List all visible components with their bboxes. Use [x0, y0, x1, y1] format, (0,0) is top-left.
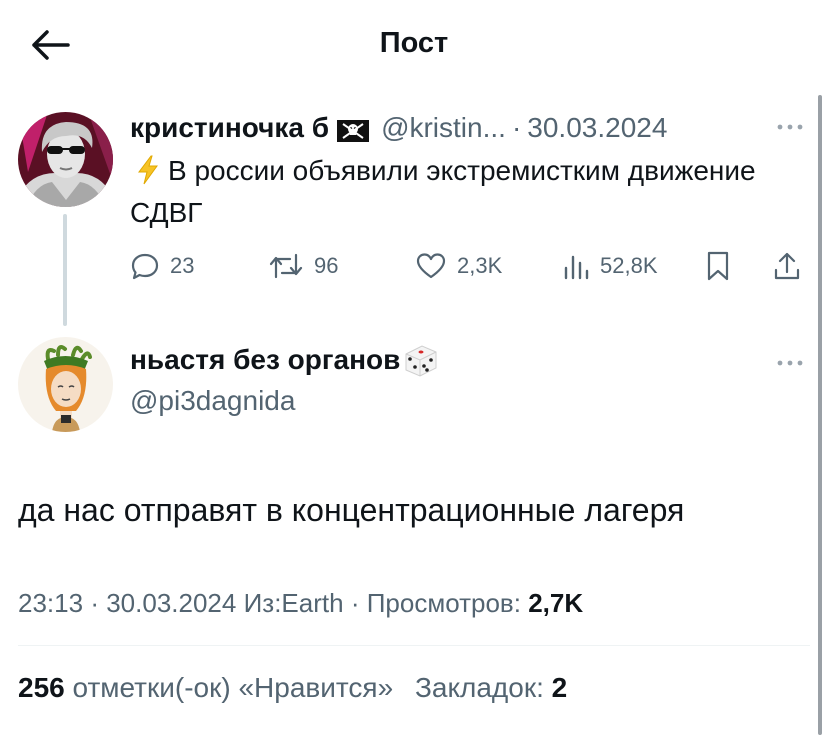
- scrollbar[interactable]: [818, 95, 822, 735]
- like-button[interactable]: 2,3K: [415, 248, 502, 284]
- tweet-source: Из:Earth: [243, 588, 344, 618]
- retweet-count: 96: [314, 253, 339, 278]
- parent-tweet-text: В россии объявили экстремистким движение…: [130, 150, 790, 234]
- main-tweet-text: да нас отправят в концентрационные лагер…: [18, 492, 685, 528]
- bookmark-icon: [707, 251, 729, 281]
- author-name[interactable]: кристиночка б: [130, 112, 329, 144]
- like-count: 2,3K: [457, 253, 503, 278]
- views-button[interactable]: 52,8K: [562, 248, 658, 284]
- thread-line: [63, 214, 67, 326]
- views-count: 2,7K: [528, 588, 584, 618]
- share-button[interactable]: [772, 248, 812, 284]
- lightning-bolt-icon: [136, 155, 160, 185]
- bookmarks-count: 2: [551, 672, 568, 703]
- divider: [18, 645, 810, 646]
- tweet-time[interactable]: 23:13: [18, 588, 83, 618]
- author-handle[interactable]: @kristin...: [381, 112, 506, 144]
- profile-photo: [18, 112, 113, 207]
- retweet-button[interactable]: 96: [268, 248, 338, 284]
- author-name[interactable]: ньастя без органов: [130, 344, 400, 376]
- tweet-text: В россии объявили экстремистким движение…: [130, 155, 756, 228]
- reply-count: 23: [170, 253, 195, 278]
- profile-drawing: [18, 337, 113, 432]
- share-icon: [774, 252, 800, 280]
- views-chart-icon: [564, 255, 589, 280]
- bookmark-button[interactable]: [705, 248, 741, 284]
- heart-icon: [416, 253, 446, 279]
- retweet-icon: [269, 253, 303, 279]
- bookmarks-stat[interactable]: Закладок: 2: [415, 672, 567, 703]
- more-icon: [777, 360, 803, 366]
- reply-icon: [131, 253, 159, 280]
- avatar[interactable]: [18, 112, 113, 207]
- views-label: Просмотров:: [366, 588, 521, 618]
- author-handle[interactable]: @pi3dagnida: [130, 385, 295, 417]
- parent-tweet-header: кристиночка б @kristin... · 30.03.2024: [130, 110, 667, 146]
- views-count: 52,8K: [600, 253, 658, 278]
- tweet-meta: 23:13 · 30.03.2024 Из:Earth · Просмотров…: [18, 588, 583, 619]
- more-options-button[interactable]: [775, 120, 805, 138]
- bookmarks-label: Закладок:: [414, 672, 544, 703]
- tweet-date[interactable]: 30.03.2024: [106, 588, 236, 618]
- avatar[interactable]: [18, 337, 113, 432]
- page-title: Пост: [379, 27, 449, 59]
- dice-icon: [402, 342, 440, 378]
- reply-button[interactable]: 23: [130, 248, 194, 284]
- pirate-flag-icon: [337, 117, 370, 142]
- tweet-stats: 256 отметки(-ок) «Нравится» Закладок: 2: [18, 672, 567, 704]
- more-icon: [777, 124, 803, 130]
- likes-label: отметки(-ок) «Нравится»: [72, 672, 394, 703]
- main-author-name-row: ньастя без органов: [130, 342, 440, 378]
- separator: ·: [90, 588, 99, 618]
- separator: ·: [350, 588, 360, 618]
- more-options-button[interactable]: [775, 356, 805, 374]
- likes-stat[interactable]: 256 отметки(-ок) «Нравится»: [18, 672, 393, 703]
- separator: ·: [511, 112, 522, 143]
- likes-count: 256: [18, 672, 65, 703]
- tweet-date[interactable]: 30.03.2024: [527, 112, 667, 144]
